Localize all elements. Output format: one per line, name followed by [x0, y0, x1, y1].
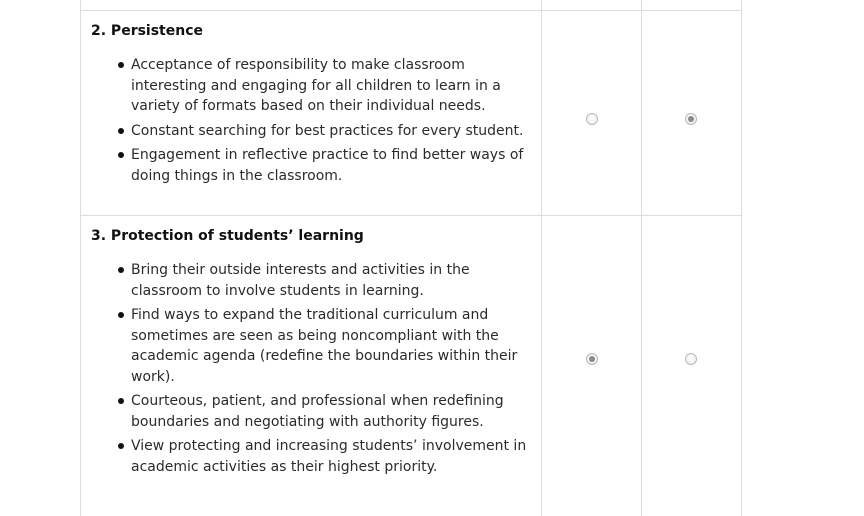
criterion-bullet-list: Bring their outside interests and activi…: [91, 260, 531, 477]
persistence-option-2-radio[interactable]: [684, 113, 697, 125]
criterion-bullet-list: Acceptance of responsibility to make cla…: [91, 55, 531, 186]
criterion-title: 3. Protection of students’ learning: [91, 228, 364, 244]
criterion-row-protection: 3. Protection of students’ learning Brin…: [81, 216, 741, 516]
protection-option-1-radio[interactable]: [585, 353, 598, 365]
list-item: Find ways to expand the traditional curr…: [91, 305, 531, 387]
list-item: Constant searching for best practices fo…: [91, 121, 531, 142]
list-item: Courteous, patient, and professional whe…: [91, 391, 531, 432]
rating-table: 2. Persistence Acceptance of responsibil…: [80, 0, 742, 516]
list-item: Bring their outside interests and activi…: [91, 260, 531, 301]
option-column-2-cell: [642, 216, 739, 516]
option-column-1-cell: [542, 216, 642, 516]
previous-row-fragment: [81, 0, 741, 11]
persistence-option-1-radio[interactable]: [585, 113, 598, 125]
criterion-description: 2. Persistence Acceptance of responsibil…: [81, 11, 542, 215]
list-item: Acceptance of responsibility to make cla…: [91, 55, 531, 117]
criterion-title: 2. Persistence: [91, 23, 204, 39]
criterion-row-persistence: 2. Persistence Acceptance of responsibil…: [81, 11, 741, 216]
list-item: View protecting and increasing students’…: [91, 436, 531, 477]
option-column-1-cell: [542, 11, 642, 215]
criterion-description: 3. Protection of students’ learning Brin…: [81, 216, 542, 516]
list-item: Engagement in reflective practice to fin…: [91, 145, 531, 186]
option-column-2-cell: [642, 11, 739, 215]
protection-option-2-radio[interactable]: [684, 353, 697, 365]
